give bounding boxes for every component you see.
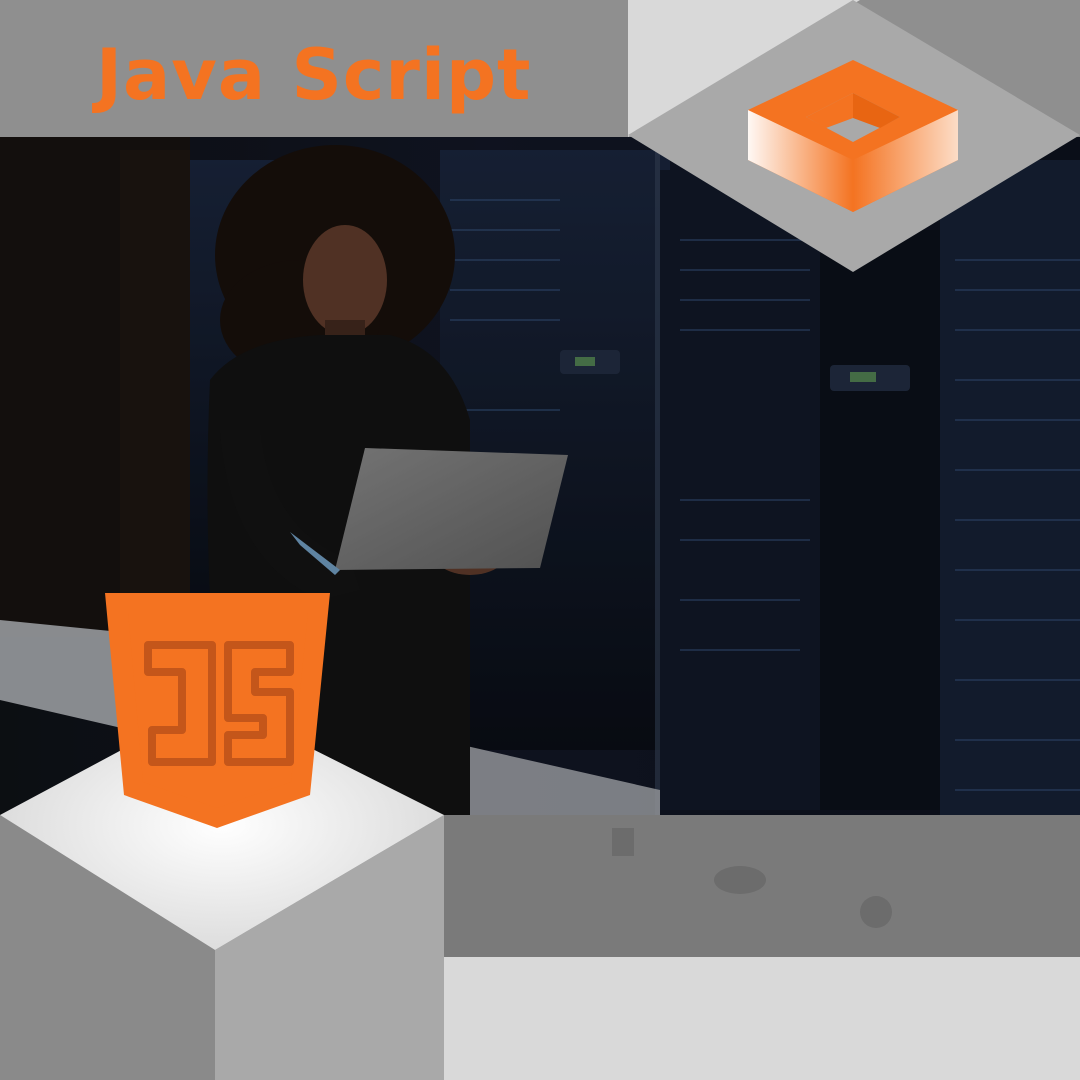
javascript-shield-icon (105, 593, 330, 828)
decorative-shapes (0, 0, 1080, 1080)
bottom-right-panel (444, 957, 1080, 1080)
